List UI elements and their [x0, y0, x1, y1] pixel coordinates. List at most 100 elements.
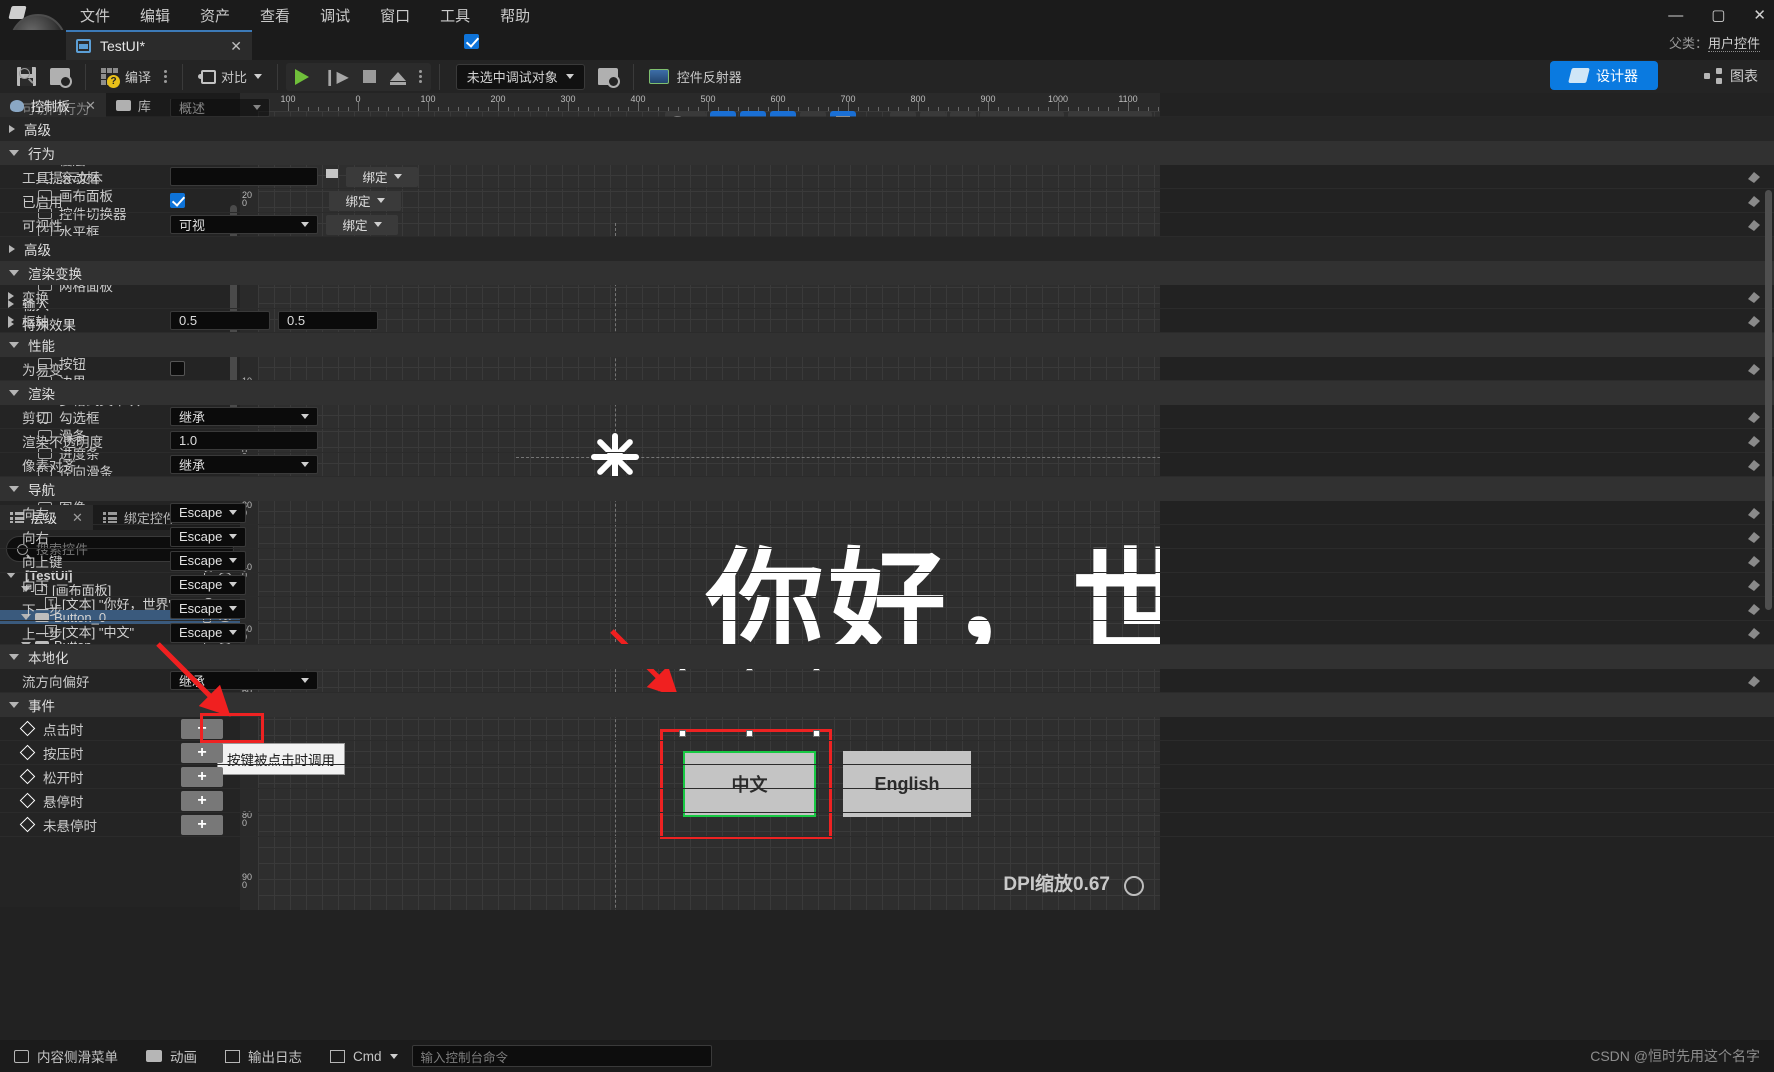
event-row-3[interactable]: 悬停时 +: [0, 789, 1774, 813]
parent-class-value[interactable]: 用户控件: [1707, 36, 1760, 52]
property-dropdown[interactable]: Escape: [170, 598, 247, 619]
property-row-accessible-behavior[interactable]: 可访问行为 概述: [0, 99, 1774, 117]
is-variable-checkbox[interactable]: [464, 34, 480, 49]
reset-to-default-icon[interactable]: [1746, 626, 1762, 640]
property-row-16[interactable]: 向左 Escape: [0, 501, 1774, 525]
reset-to-default-icon[interactable]: [1746, 218, 1762, 232]
property-row-7[interactable]: 变换: [0, 285, 1774, 309]
maximize-icon[interactable]: ▢: [1711, 6, 1725, 24]
property-group-6[interactable]: 渲染变换: [0, 261, 1774, 285]
close-icon[interactable]: ✕: [1753, 6, 1766, 24]
property-group-15[interactable]: 导航: [0, 477, 1774, 501]
reset-to-default-icon[interactable]: [1746, 578, 1762, 592]
output-log-button[interactable]: 输出日志: [211, 1040, 316, 1072]
content-drawer-button[interactable]: 内容侧滑菜单: [0, 1040, 132, 1072]
cmd-dropdown[interactable]: Cmd: [316, 1040, 412, 1072]
property-row-14[interactable]: 像素对齐 继承: [0, 453, 1774, 477]
property-row-10[interactable]: 为易变: [0, 357, 1774, 381]
add-event-button[interactable]: +: [181, 790, 223, 811]
reset-to-default-icon[interactable]: [1746, 674, 1762, 688]
property-dropdown[interactable]: Escape: [170, 526, 247, 547]
asset-tab-close-icon[interactable]: ✕: [230, 38, 242, 55]
details-property-list[interactable]: 可访问行为 概述 高级 行为 工具提示文本 绑定 已启用 绑定 可视性 可视 绑定 高级 渲染变换 变换枢…: [0, 99, 1774, 1072]
event-row-4[interactable]: 未悬停时 +: [0, 813, 1774, 837]
property-group-11[interactable]: 渲染: [0, 381, 1774, 405]
play-options-icon[interactable]: [418, 70, 423, 83]
menu-item-help[interactable]: 帮助: [500, 5, 530, 26]
property-row-19[interactable]: 向下 Escape: [0, 573, 1774, 597]
bind-dropdown[interactable]: 绑定: [329, 190, 401, 211]
property-row-18[interactable]: 向上键 Escape: [0, 549, 1774, 573]
menu-item-tools[interactable]: 工具: [440, 5, 470, 26]
property-row-23[interactable]: 流方向偏好 继承: [0, 669, 1774, 693]
property-dropdown[interactable]: 可视: [170, 215, 318, 234]
property-dropdown[interactable]: 继承: [170, 671, 318, 690]
tab-designer[interactable]: 设计器: [1550, 61, 1658, 90]
property-dropdown[interactable]: 概述: [170, 99, 270, 117]
property-row-3[interactable]: 已启用 绑定: [0, 189, 1774, 213]
stop-button[interactable]: [356, 63, 383, 91]
bind-dropdown[interactable]: 绑定: [326, 214, 398, 235]
reset-to-default-icon[interactable]: [1746, 362, 1762, 376]
reset-to-default-icon[interactable]: [1746, 554, 1762, 568]
property-dropdown[interactable]: 继承: [170, 407, 318, 426]
tab-graph[interactable]: 图表: [1704, 61, 1758, 90]
event-row-0[interactable]: 点击时 + 按键被点击时调用: [0, 713, 1774, 775]
reset-to-default-icon[interactable]: [1746, 410, 1762, 424]
debug-object-dropdown[interactable]: 未选中调试对象: [455, 63, 585, 90]
property-dropdown[interactable]: Escape: [170, 622, 247, 643]
add-event-button[interactable]: +: [181, 814, 223, 835]
menu-item-edit[interactable]: 编辑: [140, 5, 170, 26]
minimize-icon[interactable]: —: [1668, 7, 1683, 24]
menu-item-debug[interactable]: 调试: [320, 5, 350, 26]
compile-options-icon[interactable]: [164, 70, 168, 83]
event-row-1[interactable]: 按压时 +: [0, 741, 1774, 765]
reset-to-default-icon[interactable]: [1746, 314, 1762, 328]
property-group-24[interactable]: 事件: [0, 693, 1774, 717]
menu-item-file[interactable]: 文件: [80, 5, 110, 26]
add-event-button[interactable]: +: [181, 742, 223, 763]
property-dropdown[interactable]: Escape: [170, 550, 247, 571]
play-button[interactable]: [288, 63, 316, 91]
flag-icon[interactable]: [326, 169, 338, 178]
property-checkbox[interactable]: [170, 193, 185, 208]
property-group-1[interactable]: 行为: [0, 141, 1774, 165]
event-row-2[interactable]: 松开时 +: [0, 765, 1774, 789]
animation-button[interactable]: 动画: [132, 1040, 211, 1072]
property-group-22[interactable]: 本地化: [0, 645, 1774, 669]
menu-item-window[interactable]: 窗口: [380, 5, 410, 26]
property-group-5[interactable]: 高级: [0, 237, 1774, 261]
property-group-9[interactable]: 性能: [0, 333, 1774, 357]
property-dropdown[interactable]: Escape: [170, 574, 247, 595]
reset-to-default-icon[interactable]: [1746, 602, 1762, 616]
console-command-input[interactable]: 输入控制台命令: [411, 1045, 712, 1067]
asset-tab-testui[interactable]: TestUI* ✕: [66, 30, 252, 60]
property-row-13[interactable]: 渲染不透明度 1.0: [0, 429, 1774, 453]
property-row-21[interactable]: 上一步 Escape: [0, 621, 1774, 645]
property-checkbox[interactable]: [170, 361, 185, 376]
reset-to-default-icon[interactable]: [1746, 290, 1762, 304]
reset-to-default-icon[interactable]: [1746, 458, 1762, 472]
property-row-4[interactable]: 可视性 可视 绑定: [0, 213, 1774, 237]
reset-to-default-icon[interactable]: [1746, 170, 1762, 184]
property-row-17[interactable]: 向右 Escape: [0, 525, 1774, 549]
chevron-right-icon[interactable]: [8, 291, 14, 300]
property-row-12[interactable]: 剪切 继承: [0, 405, 1774, 429]
debug-browse-button[interactable]: [591, 63, 625, 91]
property-dropdown[interactable]: 继承: [170, 455, 318, 474]
menu-item-view[interactable]: 查看: [260, 5, 290, 26]
bind-dropdown[interactable]: 绑定: [346, 166, 418, 187]
add-event-button[interactable]: +: [181, 766, 223, 787]
reset-to-default-icon[interactable]: [1746, 506, 1762, 520]
property-group-0[interactable]: 高级: [0, 117, 1774, 141]
menu-item-asset[interactable]: 资产: [200, 5, 230, 26]
property-dropdown[interactable]: Escape: [170, 502, 247, 523]
compile-button[interactable]: 编译: [94, 63, 158, 91]
reset-to-default-icon[interactable]: [1746, 194, 1762, 208]
property-y-input[interactable]: 0.5: [278, 311, 378, 330]
chevron-right-icon[interactable]: [8, 315, 14, 324]
property-row-20[interactable]: 下一步 Escape: [0, 597, 1774, 621]
details-scrollbar[interactable]: [1765, 190, 1772, 610]
property-text-input[interactable]: [170, 167, 318, 186]
diff-button[interactable]: 对比: [191, 63, 269, 91]
